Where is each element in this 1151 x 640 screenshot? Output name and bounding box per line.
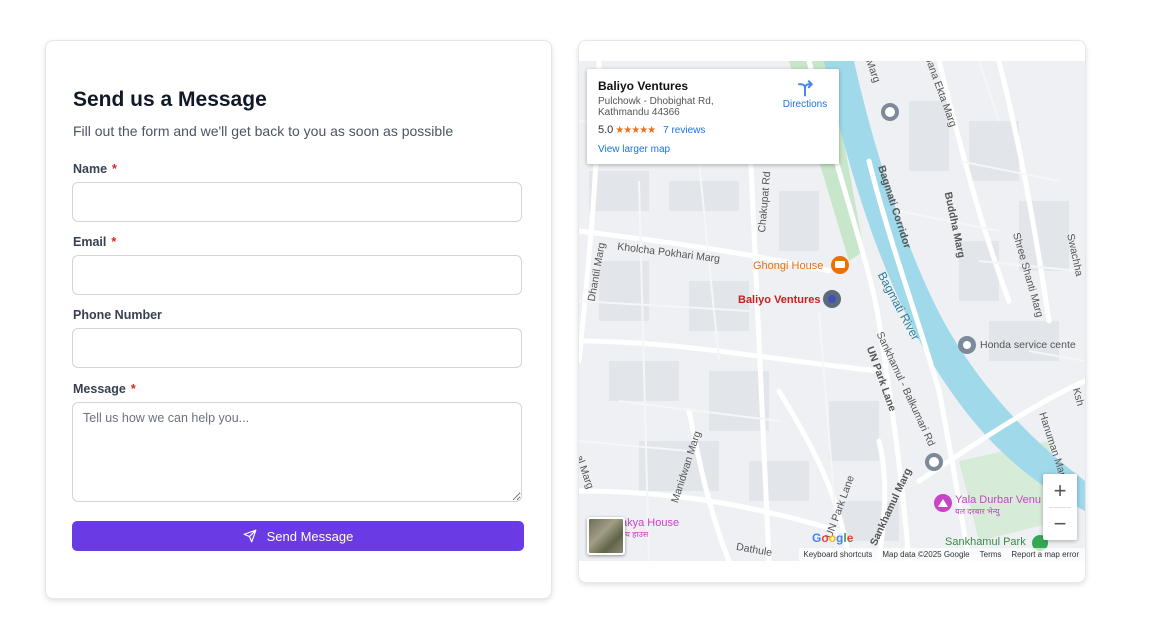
phone-input[interactable] bbox=[72, 328, 522, 368]
required-mark: * bbox=[111, 235, 117, 249]
keyboard-shortcuts-link[interactable]: Keyboard shortcuts bbox=[803, 550, 872, 559]
map-label-yala-durbar: Yala Durbar Venu bbox=[955, 494, 1042, 506]
contact-form-card: Send us a Message Fill out the form and … bbox=[45, 40, 552, 599]
map-data-text: Map data ©2025 Google bbox=[882, 550, 970, 559]
phone-label-text: Phone Number bbox=[73, 308, 162, 322]
send-icon bbox=[243, 529, 257, 543]
required-mark: * bbox=[130, 382, 136, 396]
zoom-controls: + − bbox=[1043, 474, 1077, 540]
email-label: Email * bbox=[73, 235, 116, 249]
message-textarea[interactable] bbox=[72, 402, 522, 502]
zoom-in-button[interactable]: + bbox=[1043, 474, 1077, 507]
terms-link[interactable]: Terms bbox=[980, 550, 1002, 559]
send-message-button[interactable]: Send Message bbox=[72, 521, 524, 551]
map-label-honda: Honda service cente bbox=[980, 339, 1076, 351]
message-label: Message * bbox=[73, 382, 136, 396]
message-label-text: Message bbox=[73, 382, 126, 396]
name-label: Name * bbox=[73, 162, 117, 176]
report-error-link[interactable]: Report a map error bbox=[1011, 550, 1079, 559]
place-info-card: Baliyo Ventures Pulchowk - Dhobighat Rd,… bbox=[587, 69, 839, 164]
name-input[interactable] bbox=[72, 182, 522, 222]
map-card: Kholcha Pokhari Marg Dhantil Marg Chakup… bbox=[578, 40, 1086, 583]
directions-button[interactable]: Directions bbox=[775, 79, 835, 110]
map-label-baliyo: Baliyo Ventures bbox=[738, 294, 821, 306]
send-message-label: Send Message bbox=[266, 528, 354, 544]
map-label-sankhamul-park: Sankhamul Park bbox=[945, 536, 1026, 548]
reviews-link[interactable]: 7 reviews bbox=[663, 125, 705, 136]
place-rating: 5.0 ★★★★★ 7 reviews bbox=[598, 124, 705, 136]
zoom-out-button[interactable]: − bbox=[1043, 507, 1077, 540]
map-attribution-bar: Keyboard shortcuts Map data ©2025 Google… bbox=[799, 548, 1085, 561]
required-mark: * bbox=[112, 162, 117, 176]
satellite-layer-toggle[interactable] bbox=[587, 517, 625, 555]
place-address: Pulchowk - Dhobighat Rd, Kathmandu 44366 bbox=[598, 96, 714, 118]
phone-label: Phone Number bbox=[73, 308, 162, 322]
map-label-yala-durbar-np: यल दरबार भेन्यु bbox=[955, 507, 1000, 516]
email-input[interactable] bbox=[72, 255, 522, 295]
name-label-text: Name bbox=[73, 162, 108, 176]
place-name: Baliyo Ventures bbox=[598, 79, 689, 93]
map-label-shakya: akya House bbox=[621, 517, 680, 529]
form-subtitle: Fill out the form and we'll get back to … bbox=[73, 123, 454, 139]
google-logo: Google bbox=[812, 531, 854, 545]
directions-label: Directions bbox=[782, 99, 828, 110]
map-label-ghongi: Ghongi House bbox=[753, 260, 824, 272]
email-label-text: Email bbox=[73, 235, 107, 249]
rating-stars-icon: ★★★★★ bbox=[615, 125, 656, 136]
form-title: Send us a Message bbox=[73, 88, 267, 111]
view-larger-map-link[interactable]: View larger map bbox=[598, 144, 670, 155]
directions-icon bbox=[798, 80, 813, 97]
rating-value: 5.0 bbox=[598, 124, 614, 136]
embedded-map[interactable]: Kholcha Pokhari Marg Dhantil Marg Chakup… bbox=[579, 61, 1085, 561]
map-label-shakya-np: क्य हाउस bbox=[621, 530, 649, 539]
